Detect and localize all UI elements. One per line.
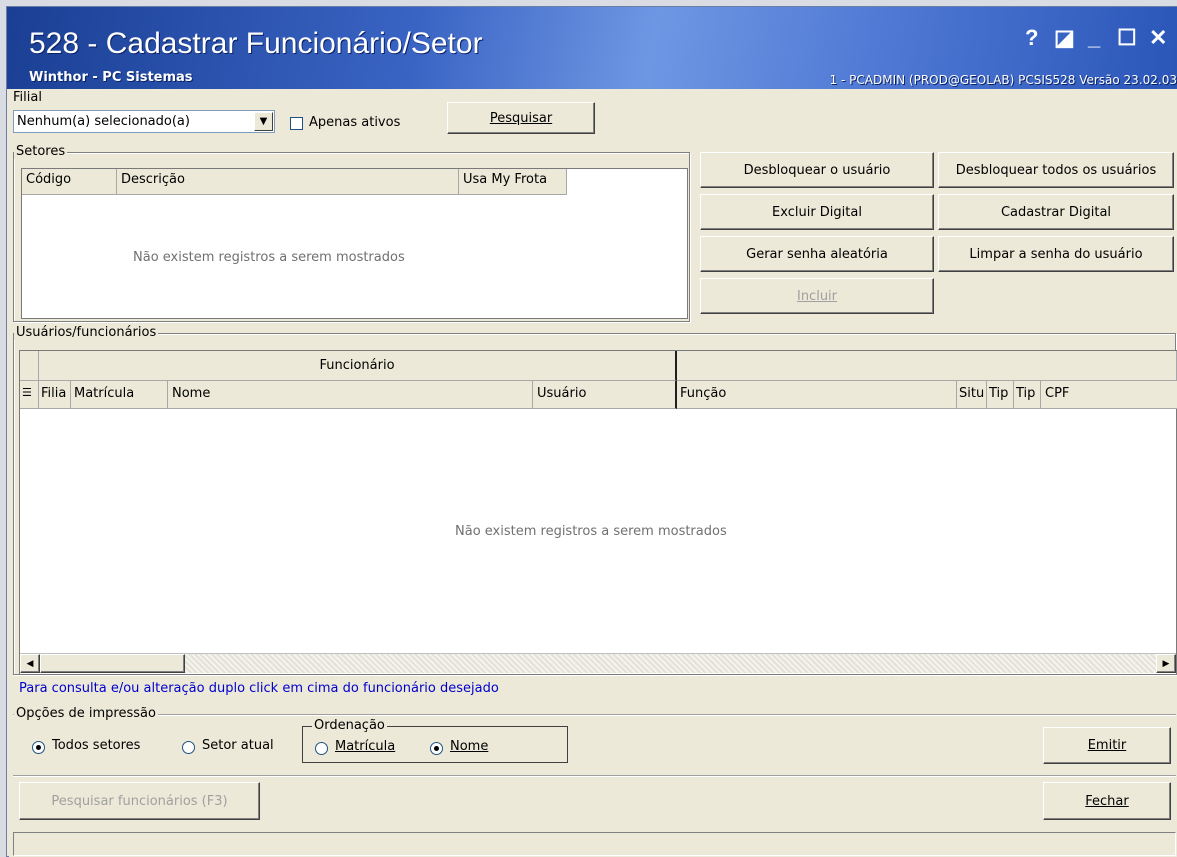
cadastrar-digital-label: Cadastrar Digital xyxy=(1000,204,1112,220)
col-matricula[interactable]: Matrícula xyxy=(71,381,168,409)
minimize-icon[interactable]: _ xyxy=(1088,25,1100,51)
filial-label: Filial xyxy=(13,90,42,105)
scrollbar-thumb[interactable] xyxy=(40,654,185,673)
window-title: 528 - Cadastrar Funcionário/Setor xyxy=(29,27,483,60)
emitir-button[interactable]: Emitir xyxy=(1043,727,1171,764)
setores-empty-message: Não existem registros a serem mostrados xyxy=(133,250,405,265)
nome-radio[interactable] xyxy=(430,742,443,755)
apenas-ativos-label: Apenas ativos xyxy=(309,115,401,130)
col-usuario[interactable]: Usuário xyxy=(533,381,677,409)
limpar-senha-label: Limpar a senha do usuário xyxy=(969,246,1143,262)
pesquisar-button-label: Pesquisar xyxy=(489,110,553,126)
nome-label: Nome xyxy=(450,739,488,754)
col-nome[interactable]: Nome xyxy=(168,381,533,409)
setor-atual-radio[interactable] xyxy=(182,741,195,754)
col-filial[interactable]: Filia xyxy=(39,381,71,409)
maximize-icon[interactable]: ☐ xyxy=(1117,25,1137,51)
matricula-radio[interactable] xyxy=(315,742,328,755)
col-tipo-2[interactable]: Tip xyxy=(1014,381,1041,409)
usuarios-table[interactable]: Funcionário ☰ Filia Matrícula Nome Usuár… xyxy=(19,350,1177,675)
cadastrar-digital-button[interactable]: Cadastrar Digital xyxy=(938,194,1174,230)
limpar-senha-button[interactable]: Limpar a senha do usuário xyxy=(938,236,1174,272)
impressao-label: Opções de impressão xyxy=(14,706,158,721)
gerar-senha-label: Gerar senha aleatória xyxy=(746,246,888,262)
status-bar xyxy=(13,832,1176,856)
close-icon[interactable]: ✕ xyxy=(1149,25,1167,51)
col-usa-my-frota[interactable]: Usa My Frota xyxy=(459,169,567,195)
col-codigo[interactable]: Código xyxy=(22,169,117,195)
col-tipo-1[interactable]: Tip xyxy=(987,381,1014,409)
col-descricao[interactable]: Descrição xyxy=(117,169,459,195)
setores-table[interactable]: Código Descrição Usa My Frota Não existe… xyxy=(21,168,688,319)
col-funcao[interactable]: Função xyxy=(677,381,957,409)
column-chooser-icon[interactable]: ☰ xyxy=(20,381,39,409)
gerar-senha-button[interactable]: Gerar senha aleatória xyxy=(700,236,934,272)
pesquisar-funcionarios-button[interactable]: Pesquisar funcionários (F3) xyxy=(19,782,260,820)
nome-label-text: Nome xyxy=(450,739,489,754)
hint-text: Para consulta e/ou alteração duplo click… xyxy=(19,681,499,696)
desbloquear-todos-label: Desbloquear todos os usuários xyxy=(955,162,1157,178)
setores-group-label: Setores xyxy=(14,144,68,159)
chevron-down-icon[interactable]: ▼ xyxy=(254,112,273,131)
scroll-right-icon[interactable]: ▶ xyxy=(1156,654,1176,673)
horizontal-scrollbar[interactable]: ◀ ▶ xyxy=(20,653,1176,673)
desbloquear-todos-button[interactable]: Desbloquear todos os usuários xyxy=(938,152,1174,188)
todos-setores-radio[interactable] xyxy=(32,741,45,754)
footer-divider xyxy=(13,775,1176,777)
impressao-divider xyxy=(13,714,1176,716)
band-funcionario: Funcionário xyxy=(39,351,677,381)
window-subtitle: Winthor - PC Sistemas xyxy=(29,70,193,85)
restore-small-icon[interactable]: ◪ xyxy=(1054,25,1075,51)
desbloquear-usuario-button[interactable]: Desbloquear o usuário xyxy=(700,152,934,188)
help-icon[interactable]: ? xyxy=(1025,25,1038,51)
pesquisar-button[interactable]: Pesquisar xyxy=(447,102,595,134)
usuarios-group-label: Usuários/funcionários xyxy=(14,325,159,340)
ordenacao-label: Ordenação xyxy=(312,718,387,733)
setor-atual-label: Setor atual xyxy=(202,738,274,753)
band-spacer xyxy=(20,351,39,381)
fechar-label: Fechar xyxy=(1085,793,1129,809)
col-cpf[interactable]: CPF xyxy=(1041,381,1177,409)
matricula-label-text: Matrícula xyxy=(335,739,396,754)
scroll-left-icon[interactable]: ◀ xyxy=(20,654,40,673)
filial-selected-value: Nenhum(a) selecionado(a) xyxy=(17,114,190,129)
col-situacao[interactable]: Situ xyxy=(957,381,987,409)
fechar-button[interactable]: Fechar xyxy=(1043,782,1171,820)
matricula-label: Matrícula xyxy=(335,739,395,754)
todos-setores-label: Todos setores xyxy=(52,738,141,753)
usuarios-empty-message: Não existem registros a serem mostrados xyxy=(455,524,727,539)
apenas-ativos-checkbox[interactable] xyxy=(290,117,303,130)
incluir-button[interactable]: Incluir xyxy=(700,278,934,314)
desbloquear-usuario-label: Desbloquear o usuário xyxy=(743,162,891,178)
title-bar[interactable]: 528 - Cadastrar Funcionário/Setor Wintho… xyxy=(7,7,1177,89)
excluir-digital-label: Excluir Digital xyxy=(772,204,862,220)
emitir-label: Emitir xyxy=(1087,738,1127,753)
incluir-label: Incluir xyxy=(796,288,838,304)
band-rest xyxy=(677,351,1177,381)
excluir-digital-button[interactable]: Excluir Digital xyxy=(700,194,934,230)
filial-select[interactable]: Nenhum(a) selecionado(a) ▼ xyxy=(13,110,275,133)
pesquisar-funcionarios-label: Pesquisar funcionários (F3) xyxy=(51,793,228,809)
session-info: 1 - PCADMIN (PROD@GEOLAB) PCSIS528 Versã… xyxy=(829,73,1177,87)
